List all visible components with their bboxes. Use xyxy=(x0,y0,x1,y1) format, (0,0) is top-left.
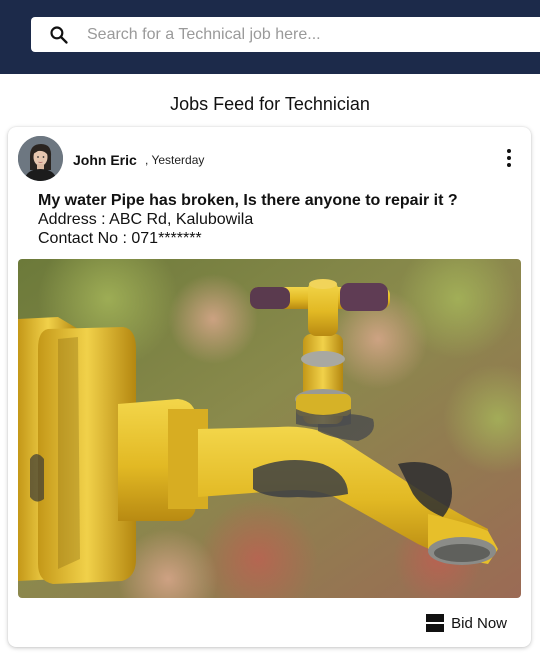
page-title: Jobs Feed for Technician xyxy=(170,94,370,114)
bid-now-button[interactable]: Bid Now xyxy=(426,614,507,632)
top-navbar xyxy=(0,0,540,74)
more-options-icon[interactable] xyxy=(499,147,519,169)
bid-now-label: Bid Now xyxy=(451,614,507,632)
search-icon[interactable] xyxy=(31,17,87,52)
post-image xyxy=(18,259,521,598)
post-timestamp: , Yesterday xyxy=(145,153,205,167)
post-contact: Contact No : 071******* xyxy=(38,230,202,247)
job-post-card: John Eric , Yesterday My water Pipe has … xyxy=(8,127,531,647)
post-address: Address : ABC Rd, Kalubowila xyxy=(38,211,254,228)
avatar[interactable] xyxy=(18,136,63,181)
bid-icon xyxy=(426,614,445,632)
post-title: My water Pipe has broken, Is there anyon… xyxy=(38,192,458,209)
author-name[interactable]: John Eric xyxy=(73,152,137,168)
search-bar[interactable] xyxy=(31,17,540,52)
search-input[interactable] xyxy=(87,25,507,44)
